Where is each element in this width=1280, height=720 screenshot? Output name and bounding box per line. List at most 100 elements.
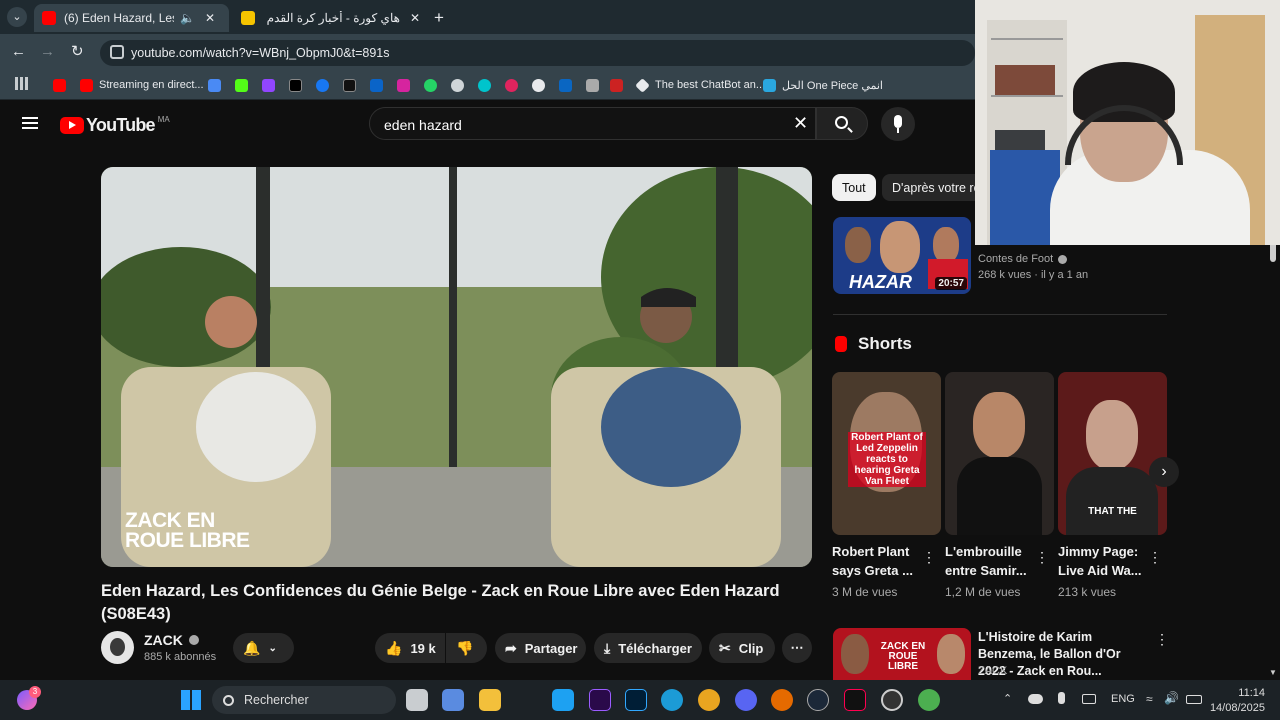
apps-grid-icon[interactable] — [15, 77, 28, 90]
obs-icon[interactable] — [881, 689, 903, 711]
download-button[interactable]: ⤓ Télécharger — [594, 633, 702, 663]
clip-button[interactable]: ✂ Clip — [709, 633, 775, 663]
bookmark-twitch[interactable] — [262, 77, 281, 93]
bookmark-label: The best ChatBot an... — [655, 79, 766, 91]
tiktok-app-icon[interactable] — [844, 689, 866, 711]
battery-icon[interactable] — [1186, 695, 1202, 704]
close-tab-icon[interactable]: ✕ — [410, 11, 420, 25]
premiere-pro-icon[interactable] — [589, 689, 611, 711]
bookmark-streaming[interactable]: Streaming en direct... — [80, 77, 204, 93]
task-view-icon[interactable] — [406, 689, 428, 711]
search-button[interactable] — [816, 107, 868, 140]
clear-search-icon[interactable]: ✕ — [793, 113, 808, 134]
bookmark-chatgpt[interactable] — [451, 77, 470, 93]
recommended-more-icon[interactable]: ⋮ — [1155, 631, 1169, 648]
recommended-video-thumbnail[interactable]: ZACK EN ROUE LIBRE — [833, 628, 971, 680]
short-more-icon[interactable]: ⋮ — [1148, 549, 1162, 566]
snipping-tool-icon[interactable] — [442, 689, 464, 711]
bookmark-tiktok[interactable] — [343, 77, 362, 93]
bookmark-whatsapp[interactable] — [424, 77, 443, 93]
share-button[interactable]: ➦ Partager — [495, 633, 586, 663]
new-tab-button[interactable]: + — [434, 8, 444, 28]
video-player[interactable]: ZACK EN ROUE LIBRE — [101, 167, 812, 567]
bookmark-youtube[interactable] — [53, 77, 72, 93]
speaker-icon[interactable]: 🔈 — [180, 11, 195, 25]
bookmark-facebook[interactable] — [316, 77, 335, 93]
filter-chip-recommended[interactable]: D'après votre re — [882, 174, 975, 201]
chrome-alt-icon[interactable] — [918, 689, 940, 711]
bookmark-onepiece[interactable]: الحل One Piece انمي — [763, 77, 883, 93]
bookmark-kick[interactable] — [235, 77, 254, 93]
clock-time[interactable]: 11:14 — [1237, 687, 1265, 699]
youtube-icon — [53, 78, 66, 92]
short-thumbnail[interactable] — [945, 372, 1054, 535]
windows-start-icon[interactable] — [181, 690, 201, 710]
more-actions-button[interactable]: ⋯ — [782, 633, 812, 663]
photoshop-icon[interactable] — [625, 689, 647, 711]
keyboard-icon[interactable] — [1082, 694, 1096, 704]
channel-name[interactable]: ZACK — [144, 632, 199, 648]
forward-icon[interactable]: → — [40, 43, 55, 60]
steam-icon[interactable] — [807, 689, 829, 711]
bookmark-chatbot[interactable]: The best ChatBot an... — [635, 77, 766, 93]
close-tab-icon[interactable]: ✕ — [205, 11, 215, 25]
bookmark-crown[interactable] — [586, 77, 605, 93]
short-title[interactable]: Jimmy Page: Live Aid Wa... — [1058, 542, 1143, 580]
discord-icon[interactable] — [735, 689, 757, 711]
file-explorer-icon[interactable] — [479, 689, 501, 711]
subscription-bell-button[interactable]: 🔔 ⌄ — [233, 633, 294, 663]
volume-icon[interactable]: 🔊 — [1164, 691, 1179, 705]
reload-icon[interactable]: ↻ — [71, 42, 84, 60]
tab-title: (6) Eden Hazard, Les Confid — [64, 11, 174, 25]
heart-icon — [505, 78, 518, 92]
taskbar-search[interactable]: Rechercher — [212, 686, 396, 714]
site-info-icon[interactable] — [110, 45, 124, 59]
menu-icon[interactable] — [22, 117, 38, 129]
voice-search-button[interactable] — [881, 107, 915, 141]
onedrive-icon[interactable] — [1028, 694, 1043, 704]
bookmark-canva[interactable] — [478, 77, 497, 93]
channel-avatar[interactable] — [101, 631, 134, 664]
recommended-channel[interactable]: Contes de Foot — [978, 253, 1068, 265]
bookmark-translate[interactable] — [208, 77, 227, 93]
bookmark-info[interactable] — [532, 77, 551, 93]
recommended-video-thumbnail[interactable]: HAZAR 20:57 — [833, 217, 971, 294]
edge-icon[interactable] — [661, 689, 683, 711]
tab-list-button[interactable]: ⌄ — [7, 7, 27, 27]
chatgpt-icon — [451, 78, 464, 92]
bookmark-x[interactable] — [289, 77, 308, 93]
short-more-icon[interactable]: ⋮ — [922, 549, 936, 566]
clock-date[interactable]: 14/08/2025 — [1205, 702, 1265, 714]
short-more-icon[interactable]: ⋮ — [1035, 549, 1049, 566]
mic-tray-icon[interactable] — [1058, 692, 1065, 704]
short-thumbnail[interactable]: Robert Plant of Led Zeppelin reacts to h… — [832, 372, 941, 535]
shorts-next-button[interactable]: › — [1149, 457, 1179, 487]
bookmark-heart[interactable] — [505, 77, 524, 93]
bookmark-outlook[interactable] — [370, 77, 389, 93]
twitter-app-icon[interactable] — [552, 689, 574, 711]
short-thumbnail[interactable]: THAT THE — [1058, 372, 1167, 535]
wifi-icon[interactable]: ≈ — [1146, 692, 1153, 706]
short-title[interactable]: L'embrouille entre Samir... — [945, 542, 1030, 580]
filter-chip-all[interactable]: Tout — [832, 174, 876, 201]
bookmark-red[interactable] — [610, 77, 629, 93]
language-indicator[interactable]: ENG — [1111, 693, 1135, 705]
tab-hihi2[interactable]: هاي كورة - أخبار كرة القدم العالمية ✕ — [233, 4, 428, 32]
like-button[interactable]: 👍 19 k — [375, 633, 445, 663]
back-icon[interactable]: ← — [11, 43, 26, 60]
bookmark-instagram[interactable] — [397, 77, 416, 93]
outlook-icon — [370, 78, 383, 92]
verified-icon — [188, 635, 199, 645]
notification-badge: 3 — [29, 686, 41, 698]
short-title[interactable]: Robert Plant says Greta ... — [832, 542, 917, 580]
bookmark-linkedin[interactable] — [559, 77, 578, 93]
youtube-logo[interactable]: YouTube MA — [60, 115, 170, 136]
recommended-channel[interactable]: ZACK — [978, 665, 1007, 677]
search-input[interactable]: eden hazard — [369, 107, 816, 140]
chrome-icon[interactable] — [698, 689, 720, 711]
dislike-button[interactable]: 👎 — [446, 633, 487, 663]
scroll-down-arrow[interactable]: ▼ — [1269, 668, 1277, 677]
microphone-app-icon[interactable] — [771, 689, 793, 711]
tray-chevron-up-icon[interactable]: ⌃ — [1003, 692, 1012, 705]
tab-youtube[interactable]: (6) Eden Hazard, Les Confid 🔈 ✕ — [34, 4, 229, 32]
